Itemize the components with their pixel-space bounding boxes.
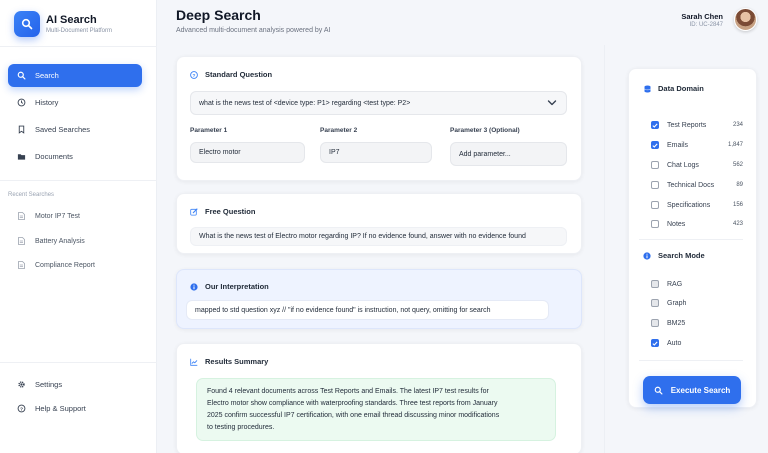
checkbox-checked[interactable] [651, 339, 659, 347]
document-icon [17, 261, 25, 269]
checkbox[interactable] [651, 161, 659, 169]
recent-searches-heading: Recent Searches [8, 192, 55, 198]
standard-question-heading: ? Standard Question [190, 70, 272, 79]
interpretation-heading: Our Interpretation [190, 282, 269, 291]
checkbox[interactable] [651, 181, 659, 189]
folder-icon [17, 152, 26, 161]
results-summary-heading: Results Summary [190, 357, 268, 366]
divider [639, 360, 743, 361]
mode-option-bm25[interactable]: BM25 [651, 317, 743, 329]
parameter-1-input[interactable]: Electro motor [190, 142, 305, 163]
domain-count: 562 [732, 162, 743, 168]
parameter-3-label: Parameter 3 (Optional) [450, 127, 520, 134]
search-icon [21, 18, 33, 30]
nav-label: Help & Support [35, 404, 86, 413]
document-icon [17, 212, 25, 220]
parameter-3-input[interactable]: Add parameter... [450, 142, 567, 166]
domain-option-chat-logs[interactable]: Chat Logs 562 [651, 159, 743, 171]
domain-option-test-reports[interactable]: Test Reports 234 [651, 119, 743, 131]
document-icon [17, 237, 25, 245]
checkbox[interactable] [651, 319, 659, 327]
nav-label: Saved Searches [35, 125, 91, 134]
nav-item-settings[interactable]: Settings [8, 373, 142, 396]
parameter-2-input[interactable]: IP7 [320, 142, 432, 163]
recent-item[interactable]: Battery Analysis [8, 233, 85, 249]
database-icon [643, 85, 651, 93]
sidebar: AI Search Multi-Document Platform Search… [0, 0, 157, 453]
interpretation-card [176, 269, 582, 329]
nav-item-saved-searches[interactable]: Saved Searches [8, 118, 142, 141]
checkbox[interactable] [651, 299, 659, 307]
results-summary-text: Found 4 relevant documents across Test R… [196, 378, 556, 441]
gear-icon [17, 380, 26, 389]
checkbox-checked[interactable] [651, 121, 659, 129]
standard-question-value: what is the news test of <device type: P… [199, 99, 411, 107]
help-icon: ? [17, 404, 26, 413]
checkbox[interactable] [651, 280, 659, 288]
parameter-2-label: Parameter 2 [320, 127, 358, 134]
execute-search-button[interactable]: Execute Search [643, 376, 741, 404]
app-subtitle: Multi-Document Platform [46, 28, 113, 34]
recent-item[interactable]: Motor IP7 Test [8, 208, 80, 224]
free-question-heading: Free Question [190, 207, 255, 216]
nav-label: Documents [35, 152, 73, 161]
svg-text:?: ? [20, 406, 23, 412]
page-subtitle: Advanced multi-document analysis powered… [176, 27, 331, 34]
interpretation-text: mapped to std question xyz // "if no evi… [186, 300, 549, 320]
domain-option-technical-docs[interactable]: Technical Docs 89 [651, 179, 743, 191]
info-icon [190, 282, 198, 291]
user-id: ID: UC-2847 [689, 22, 723, 28]
mode-option-auto[interactable]: Auto [651, 337, 743, 349]
checkbox[interactable] [651, 220, 659, 228]
svg-text:?: ? [193, 73, 196, 79]
bookmark-icon [17, 125, 26, 134]
chevron-down-icon [547, 99, 557, 109]
data-domain-heading: Data Domain [643, 84, 704, 93]
parameter-1-label: Parameter 1 [190, 127, 228, 134]
domain-count: 234 [732, 122, 743, 128]
domain-count: 1,847 [727, 142, 743, 148]
domain-option-notes[interactable]: Notes 423 [651, 218, 743, 230]
app-title: AI Search [46, 14, 97, 26]
mode-option-graph[interactable]: Graph [651, 297, 743, 309]
free-question-input[interactable]: What is the news test of Electro motor r… [190, 227, 567, 246]
clock-icon [17, 98, 26, 107]
edit-icon [190, 207, 198, 216]
search-icon [654, 386, 663, 395]
info-icon [643, 251, 651, 260]
divider [0, 362, 157, 363]
domain-count: 89 [736, 182, 743, 188]
page-title: Deep Search [176, 7, 261, 23]
recent-label: Compliance Report [35, 261, 95, 269]
nav-label: Search [35, 71, 59, 80]
checkbox-checked[interactable] [651, 141, 659, 149]
recent-label: Battery Analysis [35, 237, 85, 245]
nav-item-documents[interactable]: Documents [8, 145, 142, 168]
user-name: Sarah Chen [681, 12, 723, 21]
standard-question-select[interactable]: what is the news test of <device type: P… [190, 91, 567, 115]
nav-label: History [35, 98, 59, 107]
nav-label: Settings [35, 380, 63, 389]
avatar[interactable] [734, 8, 757, 31]
nav-item-search[interactable]: Search [8, 64, 142, 87]
chart-icon [190, 358, 198, 366]
recent-label: Motor IP7 Test [35, 212, 81, 220]
search-mode-heading: Search Mode [643, 251, 705, 260]
domain-option-specifications[interactable]: Specifications 156 [651, 199, 743, 211]
domain-option-emails[interactable]: Emails 1,847 [651, 139, 743, 151]
recent-item[interactable]: Compliance Report [8, 257, 95, 273]
domain-count: 156 [732, 202, 743, 208]
nav-item-help[interactable]: ? Help & Support [8, 397, 142, 420]
question-icon: ? [190, 70, 198, 79]
nav-item-history[interactable]: History [8, 91, 142, 114]
domain-count: 423 [732, 221, 743, 227]
mode-option-rag[interactable]: RAG [651, 278, 743, 290]
divider [639, 239, 743, 240]
divider [0, 46, 157, 47]
divider [0, 180, 157, 181]
search-icon [17, 71, 26, 80]
checkbox[interactable] [651, 201, 659, 209]
app-logo [14, 11, 40, 37]
